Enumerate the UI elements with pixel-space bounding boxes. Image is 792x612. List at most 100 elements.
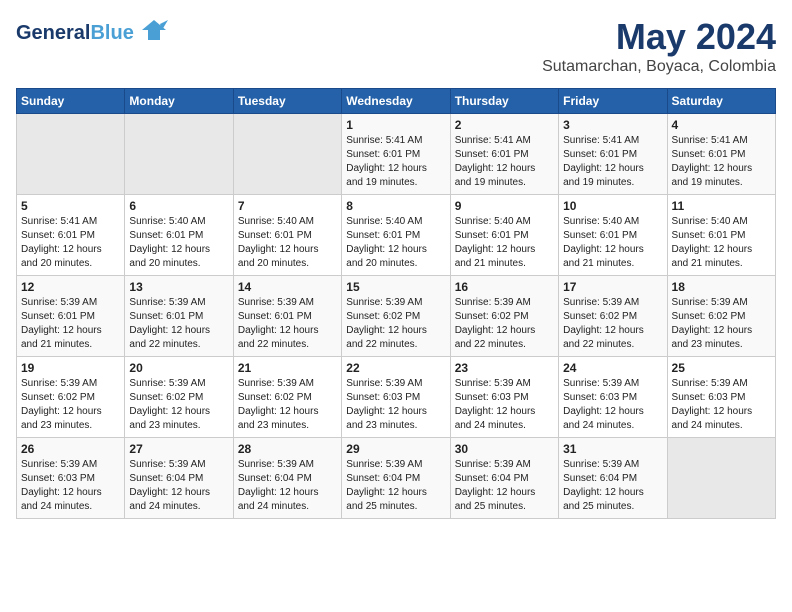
day-number: 26: [21, 442, 120, 456]
day-number: 9: [455, 199, 554, 213]
calendar-cell: 26 Sunrise: 5:39 AM Sunset: 6:03 PM Dayli…: [17, 438, 125, 519]
day-info: Sunrise: 5:40 AM Sunset: 6:01 PM Dayligh…: [455, 215, 554, 271]
day-number: 3: [563, 118, 662, 132]
calendar-cell: 24 Sunrise: 5:39 AM Sunset: 6:03 PM Dayli…: [559, 357, 667, 438]
calendar-day-header: Tuesday: [233, 89, 341, 114]
day-number: 20: [129, 361, 228, 375]
day-number: 28: [238, 442, 337, 456]
calendar-cell: 11 Sunrise: 5:40 AM Sunset: 6:01 PM Dayli…: [667, 195, 775, 276]
day-info: Sunrise: 5:40 AM Sunset: 6:01 PM Dayligh…: [346, 215, 445, 271]
day-info: Sunrise: 5:41 AM Sunset: 6:01 PM Dayligh…: [455, 134, 554, 190]
day-info: Sunrise: 5:40 AM Sunset: 6:01 PM Dayligh…: [672, 215, 771, 271]
calendar-cell: 22 Sunrise: 5:39 AM Sunset: 6:03 PM Dayli…: [342, 357, 450, 438]
calendar-cell: 25 Sunrise: 5:39 AM Sunset: 6:03 PM Dayli…: [667, 357, 775, 438]
calendar-day-header: Thursday: [450, 89, 558, 114]
calendar-cell: [125, 114, 233, 195]
calendar-cell: 29Sunrise: 5:39 AM Sunset: 6:04 PM Dayli…: [342, 438, 450, 519]
day-info: Sunrise: 5:41 AM Sunset: 6:01 PM Dayligh…: [672, 134, 771, 190]
day-number: 14: [238, 280, 337, 294]
calendar-cell: 23 Sunrise: 5:39 AM Sunset: 6:03 PM Dayli…: [450, 357, 558, 438]
day-number: 10: [563, 199, 662, 213]
calendar-cell: 5 Sunrise: 5:41 AM Sunset: 6:01 PM Daylig…: [17, 195, 125, 276]
logo: GeneralBlue: [16, 16, 168, 49]
calendar-cell: 18 Sunrise: 5:39 AM Sunset: 6:02 PM Dayli…: [667, 276, 775, 357]
day-info: Sunrise: 5:40 AM Sunset: 6:01 PM Dayligh…: [129, 215, 228, 271]
logo-text: GeneralBlue: [16, 23, 134, 43]
calendar-week-row: 1 Sunrise: 5:41 AM Sunset: 6:01 PM Daylig…: [17, 114, 776, 195]
day-info: Sunrise: 5:39 AM Sunset: 6:03 PM Dayligh…: [672, 377, 771, 433]
calendar-week-row: 12 Sunrise: 5:39 AM Sunset: 6:01 PM Dayli…: [17, 276, 776, 357]
calendar-cell: 6 Sunrise: 5:40 AM Sunset: 6:01 PM Daylig…: [125, 195, 233, 276]
calendar-cell: 30 Sunrise: 5:39 AM Sunset: 6:04 PM Dayli…: [450, 438, 558, 519]
calendar-cell: [667, 438, 775, 519]
calendar-cell: [233, 114, 341, 195]
calendar-cell: 12 Sunrise: 5:39 AM Sunset: 6:01 PM Dayli…: [17, 276, 125, 357]
calendar-cell: 31Sunrise: 5:39 AM Sunset: 6:04 PM Dayli…: [559, 438, 667, 519]
title-block: May 2024 Sutamarchan, Boyaca, Colombia: [542, 16, 776, 76]
day-info: Sunrise: 5:40 AM Sunset: 6:01 PM Dayligh…: [238, 215, 337, 271]
day-number: 22: [346, 361, 445, 375]
day-info: Sunrise: 5:39 AM Sunset: 6:02 PM Dayligh…: [346, 296, 445, 352]
calendar-week-row: 5 Sunrise: 5:41 AM Sunset: 6:01 PM Daylig…: [17, 195, 776, 276]
calendar-cell: 4Sunrise: 5:41 AM Sunset: 6:01 PM Daylig…: [667, 114, 775, 195]
day-info: Sunrise: 5:39 AM Sunset: 6:02 PM Dayligh…: [21, 377, 120, 433]
day-info: Sunrise: 5:41 AM Sunset: 6:01 PM Dayligh…: [563, 134, 662, 190]
day-info: Sunrise: 5:39 AM Sunset: 6:02 PM Dayligh…: [563, 296, 662, 352]
day-number: 24: [563, 361, 662, 375]
calendar-cell: [17, 114, 125, 195]
day-info: Sunrise: 5:39 AM Sunset: 6:03 PM Dayligh…: [563, 377, 662, 433]
calendar-day-header: Wednesday: [342, 89, 450, 114]
calendar-cell: 2 Sunrise: 5:41 AM Sunset: 6:01 PM Daylig…: [450, 114, 558, 195]
day-info: Sunrise: 5:39 AM Sunset: 6:04 PM Dayligh…: [346, 458, 445, 514]
day-number: 8: [346, 199, 445, 213]
day-number: 18: [672, 280, 771, 294]
day-number: 12: [21, 280, 120, 294]
day-info: Sunrise: 5:39 AM Sunset: 6:03 PM Dayligh…: [21, 458, 120, 514]
calendar-table: SundayMondayTuesdayWednesdayThursdayFrid…: [16, 88, 776, 519]
day-info: Sunrise: 5:39 AM Sunset: 6:04 PM Dayligh…: [455, 458, 554, 514]
day-info: Sunrise: 5:39 AM Sunset: 6:04 PM Dayligh…: [129, 458, 228, 514]
day-number: 6: [129, 199, 228, 213]
day-number: 11: [672, 199, 771, 213]
day-info: Sunrise: 5:39 AM Sunset: 6:03 PM Dayligh…: [455, 377, 554, 433]
calendar-day-header: Friday: [559, 89, 667, 114]
calendar-cell: 9 Sunrise: 5:40 AM Sunset: 6:01 PM Daylig…: [450, 195, 558, 276]
day-info: Sunrise: 5:39 AM Sunset: 6:04 PM Dayligh…: [238, 458, 337, 514]
day-number: 13: [129, 280, 228, 294]
day-info: Sunrise: 5:40 AM Sunset: 6:01 PM Dayligh…: [563, 215, 662, 271]
day-info: Sunrise: 5:41 AM Sunset: 6:01 PM Dayligh…: [21, 215, 120, 271]
day-number: 27: [129, 442, 228, 456]
day-number: 30: [455, 442, 554, 456]
day-number: 15: [346, 280, 445, 294]
page-title: May 2024: [542, 16, 776, 58]
day-number: 23: [455, 361, 554, 375]
day-number: 25: [672, 361, 771, 375]
calendar-cell: 1 Sunrise: 5:41 AM Sunset: 6:01 PM Daylig…: [342, 114, 450, 195]
calendar-cell: 21Sunrise: 5:39 AM Sunset: 6:02 PM Dayli…: [233, 357, 341, 438]
day-number: 1: [346, 118, 445, 132]
calendar-cell: 3 Sunrise: 5:41 AM Sunset: 6:01 PM Daylig…: [559, 114, 667, 195]
day-info: Sunrise: 5:39 AM Sunset: 6:02 PM Dayligh…: [238, 377, 337, 433]
day-number: 19: [21, 361, 120, 375]
day-info: Sunrise: 5:39 AM Sunset: 6:02 PM Dayligh…: [672, 296, 771, 352]
calendar-cell: 27 Sunrise: 5:39 AM Sunset: 6:04 PM Dayli…: [125, 438, 233, 519]
day-number: 5: [21, 199, 120, 213]
calendar-cell: 8 Sunrise: 5:40 AM Sunset: 6:01 PM Daylig…: [342, 195, 450, 276]
calendar-week-row: 19 Sunrise: 5:39 AM Sunset: 6:02 PM Dayli…: [17, 357, 776, 438]
calendar-cell: 15 Sunrise: 5:39 AM Sunset: 6:02 PM Dayli…: [342, 276, 450, 357]
calendar-cell: 16Sunrise: 5:39 AM Sunset: 6:02 PM Dayli…: [450, 276, 558, 357]
day-info: Sunrise: 5:39 AM Sunset: 6:01 PM Dayligh…: [21, 296, 120, 352]
page-header: GeneralBlue May 2024 Sutamarchan, Boyaca…: [16, 16, 776, 76]
calendar-header-row: SundayMondayTuesdayWednesdayThursdayFrid…: [17, 89, 776, 114]
day-info: Sunrise: 5:39 AM Sunset: 6:02 PM Dayligh…: [129, 377, 228, 433]
day-info: Sunrise: 5:39 AM Sunset: 6:03 PM Dayligh…: [346, 377, 445, 433]
logo-bird-icon: [140, 16, 168, 49]
day-info: Sunrise: 5:41 AM Sunset: 6:01 PM Dayligh…: [346, 134, 445, 190]
day-number: 31: [563, 442, 662, 456]
calendar-cell: 17Sunrise: 5:39 AM Sunset: 6:02 PM Dayli…: [559, 276, 667, 357]
calendar-cell: 10 Sunrise: 5:40 AM Sunset: 6:01 PM Dayli…: [559, 195, 667, 276]
calendar-cell: 28 Sunrise: 5:39 AM Sunset: 6:04 PM Dayli…: [233, 438, 341, 519]
day-info: Sunrise: 5:39 AM Sunset: 6:01 PM Dayligh…: [129, 296, 228, 352]
day-number: 2: [455, 118, 554, 132]
calendar-day-header: Saturday: [667, 89, 775, 114]
